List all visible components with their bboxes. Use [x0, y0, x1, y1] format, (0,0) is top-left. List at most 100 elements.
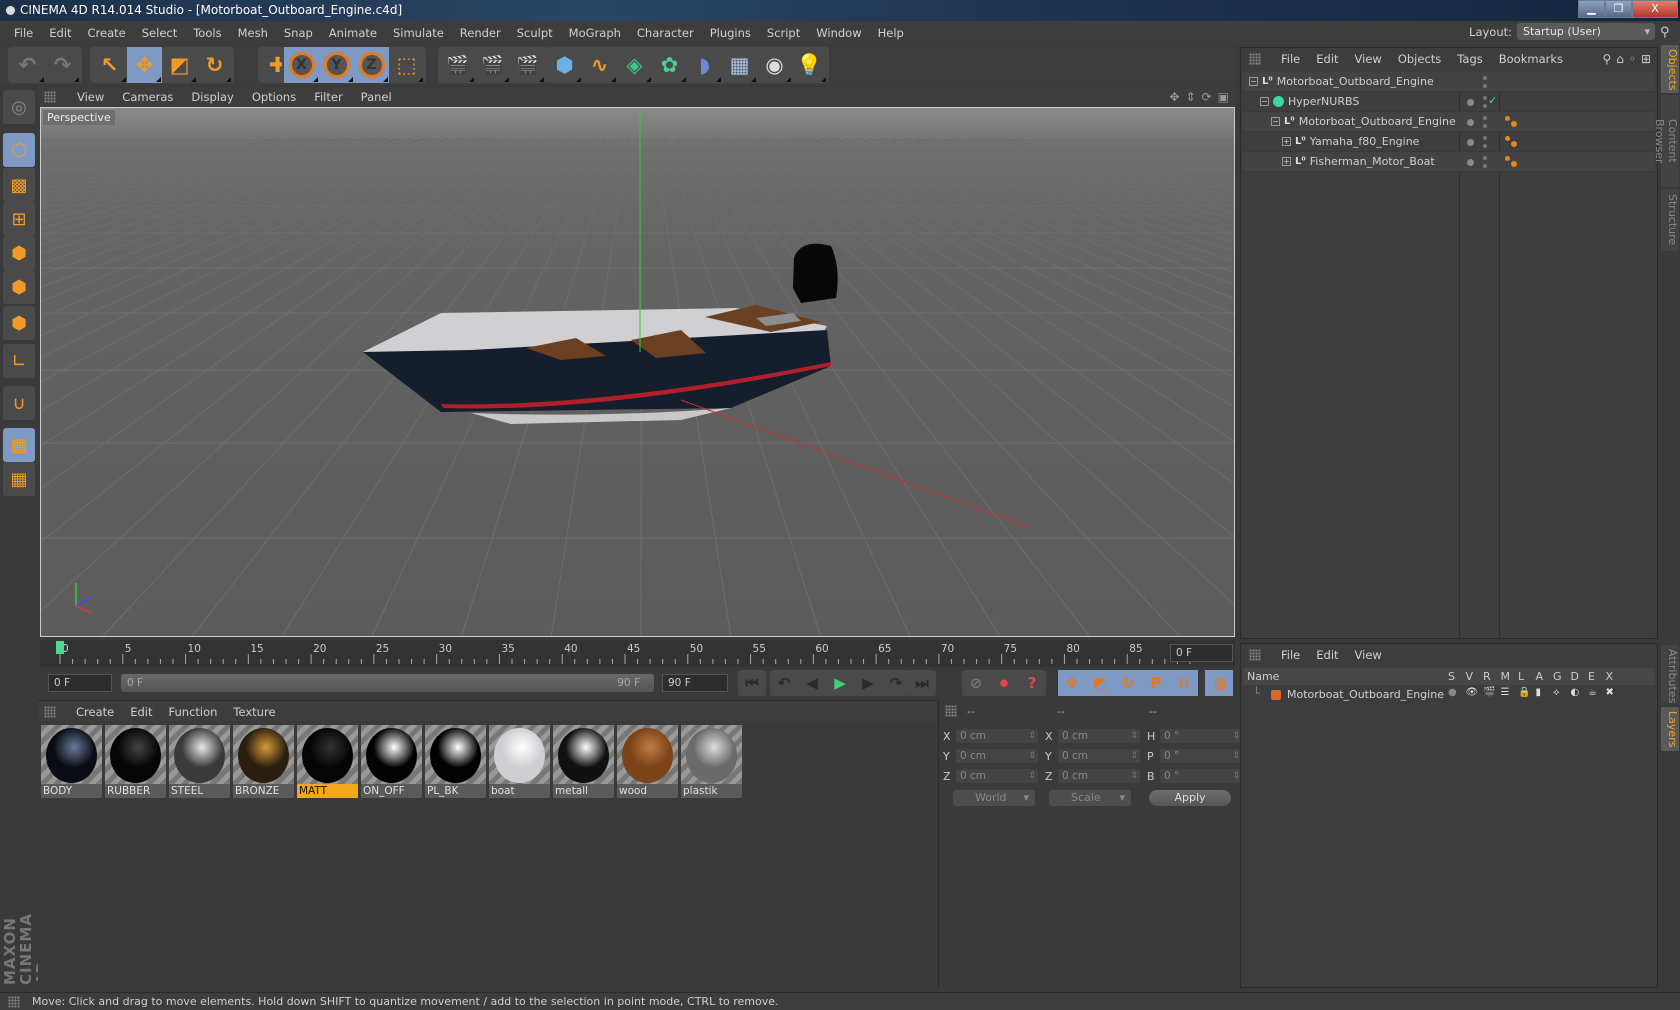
viewport-menu-options[interactable]: Options	[243, 90, 305, 104]
material-swatch[interactable]: MATT	[297, 725, 358, 798]
rotate-view-icon[interactable]: ⟳	[1202, 90, 1212, 104]
visibility-render-dot[interactable]	[1483, 104, 1487, 108]
null-tag-icon[interactable]	[1505, 116, 1517, 128]
timeline-ruler[interactable]: 051015202530354045505560657075808590	[40, 640, 1235, 667]
timeline-window-button[interactable]: ▥	[1205, 670, 1233, 696]
material-menu-edit[interactable]: Edit	[122, 705, 160, 719]
keyframe-selection-button[interactable]: ?	[1018, 670, 1046, 696]
material-swatch[interactable]: PL_BK	[425, 725, 486, 798]
editor-visibility-dot[interactable]	[1467, 99, 1474, 106]
editor-visibility-dot[interactable]	[1467, 159, 1474, 166]
rotation-field[interactable]: 0 °	[1159, 768, 1243, 784]
layer-column-m[interactable]: M	[1501, 670, 1511, 683]
menu-window[interactable]: Window	[808, 26, 869, 40]
key-position-button[interactable]: ✥	[1058, 670, 1086, 696]
axis-mode-button[interactable]: ∟	[3, 344, 35, 378]
perspective-viewport[interactable]: Perspective	[40, 107, 1235, 637]
layer-row[interactable]: └ Motorboat_Outboard_Engine ● 👁 🎬 ☰ 🔒 ▮ ⟡ ◐ ☕ ✖	[1243, 686, 1655, 704]
end-frame-field[interactable]: 90 F	[662, 674, 728, 692]
menu-sculpt[interactable]: Sculpt	[509, 26, 561, 40]
menu-help[interactable]: Help	[870, 26, 912, 40]
rotate-button[interactable]: ↻	[197, 47, 232, 83]
menu-script[interactable]: Script	[759, 26, 808, 40]
layer-render-icon[interactable]: 🎬	[1483, 687, 1495, 698]
frame-range-slider[interactable]: 0 F 90 F	[121, 674, 654, 692]
menu-render[interactable]: Render	[452, 26, 509, 40]
layer-column-a[interactable]: A	[1536, 670, 1544, 683]
object-menu-view[interactable]: View	[1347, 52, 1390, 66]
layer-column-x[interactable]: X	[1606, 670, 1614, 683]
floor-button[interactable]: ▦	[722, 47, 757, 83]
array-button[interactable]: ✿	[652, 47, 687, 83]
z-axis-button[interactable]: Z	[354, 47, 389, 83]
coordinate-system-button[interactable]: ⬚	[389, 47, 424, 83]
polygons-mode-button[interactable]: ⬢	[3, 306, 35, 340]
material-swatch[interactable]: metall	[553, 725, 614, 798]
layer-column-v[interactable]: V	[1466, 670, 1474, 683]
menu-select[interactable]: Select	[134, 26, 185, 40]
expand-icon[interactable]: +	[1282, 137, 1291, 146]
current-frame-field[interactable]: 0 F	[1170, 644, 1233, 662]
object-menu-bookmarks[interactable]: Bookmarks	[1491, 52, 1571, 66]
go-to-start-button[interactable]: ⏮	[738, 670, 766, 696]
undo-button[interactable]: ↶	[10, 47, 45, 83]
zoom-view-icon[interactable]: ⇕	[1186, 90, 1196, 104]
material-swatch[interactable]: RUBBER	[105, 725, 166, 798]
expand-icon[interactable]: +	[1282, 157, 1291, 166]
menu-simulate[interactable]: Simulate	[385, 26, 452, 40]
x-axis-button[interactable]: X	[284, 47, 319, 83]
move-button[interactable]: ✥	[127, 47, 162, 83]
coordinate-space-dropdown[interactable]: World	[953, 790, 1035, 806]
object-row[interactable]: + L⁰ Yamaha_f80_Engine	[1243, 132, 1655, 152]
menu-snap[interactable]: Snap	[276, 26, 321, 40]
search-icon[interactable]: ⚲	[1602, 52, 1611, 66]
collapse-icon[interactable]: −	[1249, 77, 1258, 86]
position-field[interactable]: 0 cm	[955, 768, 1039, 784]
record-disabled-button[interactable]: ⊘	[962, 670, 990, 696]
layer-manager-icon[interactable]: ☰	[1501, 687, 1510, 698]
viewport-menu-cameras[interactable]: Cameras	[113, 90, 182, 104]
menu-plugins[interactable]: Plugins	[702, 26, 759, 40]
object-menu-file[interactable]: File	[1273, 52, 1308, 66]
layer-column-name[interactable]: Name	[1247, 670, 1279, 683]
collapse-icon[interactable]: −	[1271, 117, 1280, 126]
visibility-render-dot[interactable]	[1483, 144, 1487, 148]
collapse-icon[interactable]: −	[1260, 97, 1269, 106]
visibility-render-dot[interactable]	[1483, 84, 1487, 88]
layer-generators-icon[interactable]: ⟡	[1553, 687, 1560, 698]
edges-mode-button[interactable]: ⬢	[3, 270, 35, 304]
search-icon[interactable]: ⚲	[1660, 25, 1674, 40]
panel-grip[interactable]	[44, 705, 56, 718]
object-row[interactable]: − HyperNURBS ✓	[1243, 92, 1655, 112]
object-row[interactable]: − L⁰ Motorboat_Outboard_Engine	[1243, 112, 1655, 132]
workplane-mode-button[interactable]: ⊞	[3, 202, 35, 236]
render-settings-button[interactable]: 🎬	[510, 47, 545, 83]
object-row[interactable]: + L⁰ Fisherman_Motor_Boat	[1243, 152, 1655, 172]
side-tab-objects[interactable]: Objects	[1661, 45, 1679, 93]
material-swatch[interactable]: BODY	[41, 725, 102, 798]
rotation-field[interactable]: 0 °	[1159, 748, 1243, 764]
apply-button[interactable]: Apply	[1149, 790, 1231, 806]
layer-xref-icon[interactable]: ✖	[1606, 687, 1614, 698]
maximize-button[interactable]: ❐	[1605, 0, 1632, 18]
menu-create[interactable]: Create	[80, 26, 134, 40]
material-swatch[interactable]: plastik	[681, 725, 742, 798]
material-swatch[interactable]: STEEL	[169, 725, 230, 798]
material-menu-create[interactable]: Create	[68, 705, 122, 719]
layer-color-swatch[interactable]	[1271, 690, 1281, 700]
editor-visibility-dot[interactable]	[1467, 139, 1474, 146]
menu-animate[interactable]: Animate	[321, 26, 385, 40]
playhead[interactable]	[56, 641, 64, 654]
layer-menu-edit[interactable]: Edit	[1308, 648, 1346, 662]
texture-mode-button[interactable]: ▩	[3, 168, 35, 202]
menu-file[interactable]: File	[6, 26, 41, 40]
visibility-editor-dot[interactable]	[1483, 96, 1487, 100]
layer-column-e[interactable]: E	[1588, 670, 1595, 683]
panel-grip[interactable]	[945, 705, 957, 717]
minimize-button[interactable]: ▁	[1578, 0, 1605, 18]
size-field[interactable]: 0 cm	[1057, 748, 1141, 764]
layer-column-r[interactable]: R	[1483, 670, 1491, 683]
next-frame-button[interactable]: ▶	[854, 670, 882, 696]
null-tag-icon[interactable]	[1505, 136, 1517, 148]
menu-tools[interactable]: Tools	[185, 26, 229, 40]
